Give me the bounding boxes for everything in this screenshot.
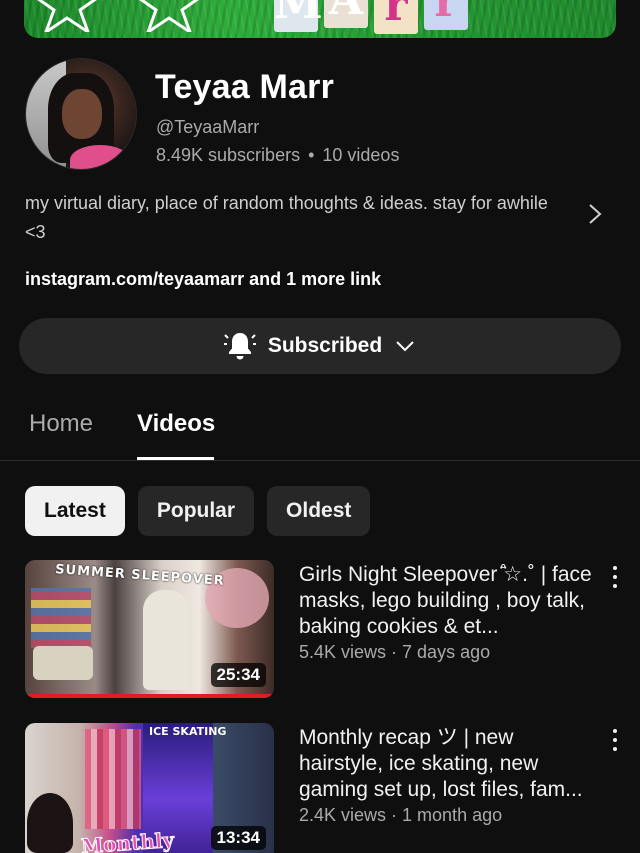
channel-tabs: Home Videos	[0, 400, 640, 461]
more-links-text[interactable]: and 1 more link	[244, 269, 381, 289]
channel-banner: M A r r	[24, 0, 616, 38]
chevron-down-icon	[396, 341, 414, 352]
watch-progress-bar	[25, 694, 274, 698]
video-thumbnail[interactable]: SUMMER SLEEPOVER 25:34	[25, 560, 274, 698]
thumbnail-shape	[85, 729, 141, 829]
thumbnail-shape	[143, 590, 189, 690]
more-vert-icon[interactable]	[607, 564, 623, 590]
thumbnail-shape	[31, 588, 91, 648]
thumbnail-shape	[33, 646, 93, 680]
video-meta: 2.4K views · 1 month ago	[299, 805, 503, 825]
tab-home[interactable]: Home	[29, 410, 93, 438]
avatar-face	[62, 89, 102, 139]
banner-letter: A	[324, 0, 368, 28]
video-duration: 25:34	[210, 663, 266, 687]
star-icon	[139, 0, 199, 32]
chip-oldest[interactable]: Oldest	[267, 486, 371, 536]
thumbnail-word: Monthly	[80, 827, 175, 853]
video-item[interactable]: SUMMER SLEEPOVER 25:34 Girls Night Sleep…	[25, 560, 625, 700]
video-count: 10 videos	[322, 145, 400, 165]
chevron-right-icon[interactable]	[586, 203, 604, 225]
video-duration: 13:34	[210, 826, 266, 850]
channel-stats: 8.49K subscribers • 10 videos	[156, 145, 399, 166]
tab-selected-indicator	[137, 457, 214, 460]
video-meta: 5.4K views · 7 days ago	[299, 642, 491, 662]
banner-letters: M A r r	[274, 0, 468, 38]
channel-description[interactable]: my virtual diary, place of random though…	[25, 189, 565, 247]
banner-letter: r	[424, 0, 468, 30]
thumbnail-text: SUMMER SLEEPOVER	[54, 562, 226, 589]
subscribed-button[interactable]: Subscribed	[19, 318, 621, 374]
thumbnail-shape	[27, 793, 73, 853]
channel-avatar[interactable]	[25, 58, 137, 170]
channel-links[interactable]: instagram.com/teyaamarr and 1 more link	[25, 269, 381, 290]
channel-handle: @TeyaaMarr	[156, 117, 260, 137]
stats-separator: •	[308, 145, 315, 165]
channel-name: Teyaa Marr	[155, 68, 335, 106]
bell-icon	[223, 333, 256, 360]
sort-chips: Latest Popular Oldest	[25, 486, 371, 536]
chip-popular[interactable]: Popular	[137, 486, 255, 536]
tab-videos[interactable]: Videos	[137, 410, 215, 438]
subscribed-label: Subscribed	[267, 334, 383, 357]
more-vert-icon[interactable]	[607, 727, 623, 753]
video-title[interactable]: Monthly recap ツ | new hairstyle, ice ska…	[299, 725, 599, 803]
star-icon	[37, 0, 97, 32]
chip-latest[interactable]: Latest	[25, 486, 125, 536]
banner-letter: M	[274, 0, 323, 32]
thumbnail-text: ICE SKATING	[149, 725, 227, 738]
avatar-shirt	[70, 145, 130, 169]
instagram-link[interactable]: instagram.com/teyaamarr	[25, 269, 244, 289]
banner-letter: r	[374, 0, 418, 34]
subscriber-count: 8.49K subscribers	[156, 145, 301, 165]
video-thumbnail[interactable]: ICE SKATING Monthly 13:34	[25, 723, 274, 853]
video-title[interactable]: Girls Night Sleepover ̊̈☆.˚ | face masks…	[299, 562, 599, 640]
video-item[interactable]: ICE SKATING Monthly 13:34 Monthly recap …	[25, 723, 625, 853]
